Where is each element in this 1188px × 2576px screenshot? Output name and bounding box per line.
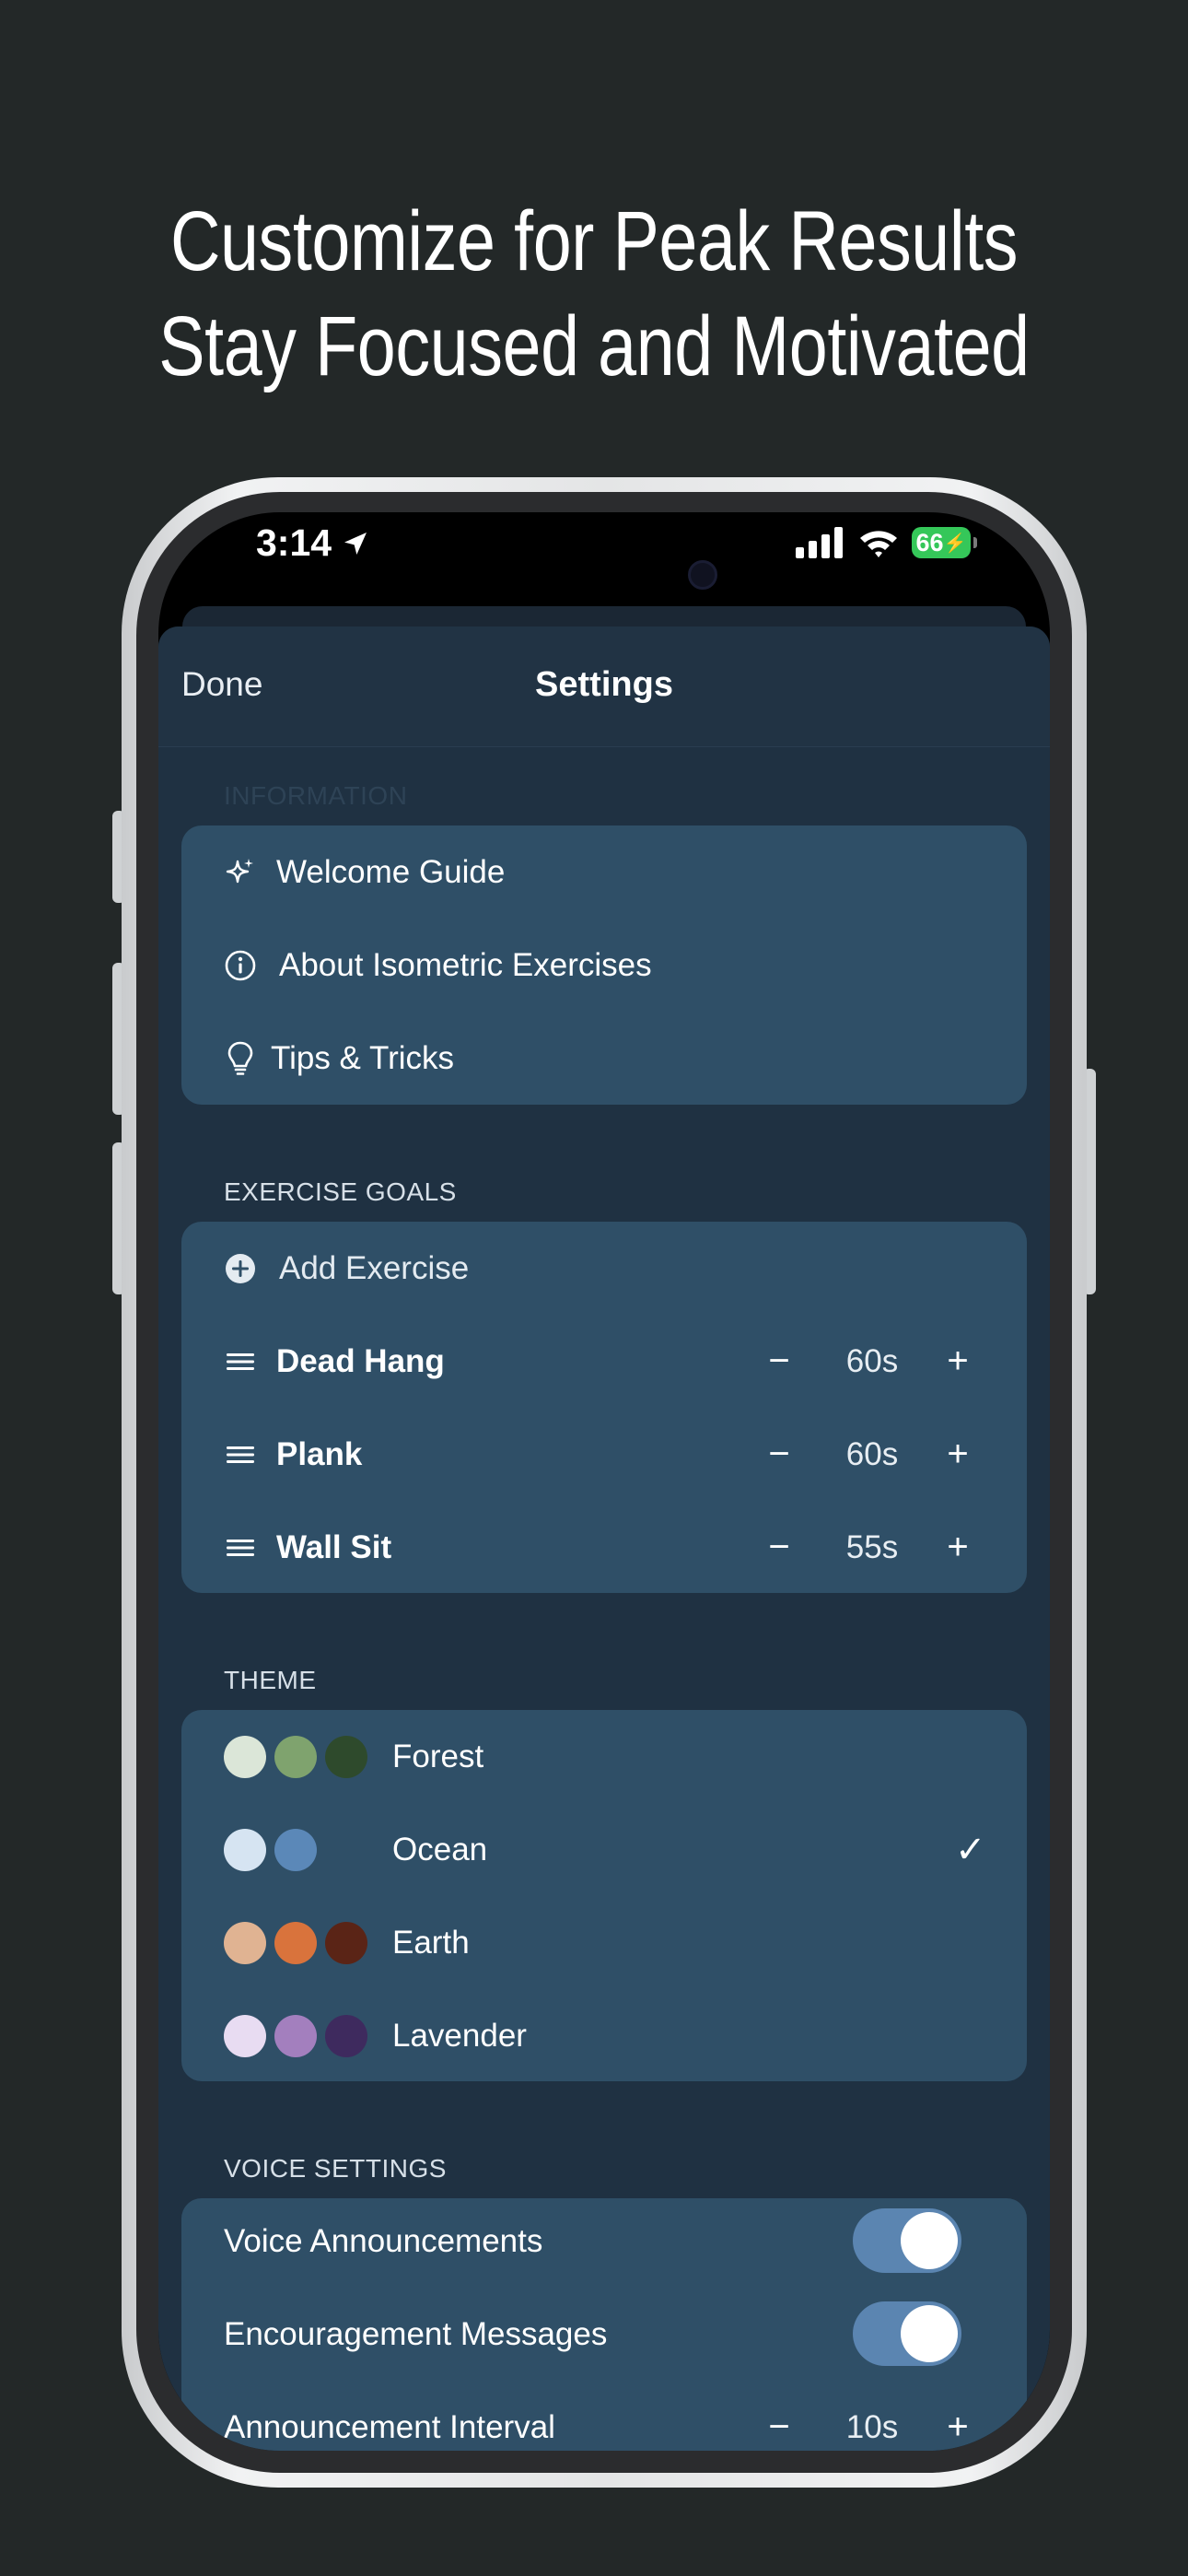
color-swatch [325,1736,367,1778]
increase-button[interactable]: + [935,1339,981,1385]
battery-charging-icon: 66 ⚡ [912,527,977,558]
battery-level: 66 [915,528,944,556]
theme-row-lavender[interactable]: Lavender [181,1989,1027,2082]
toggle-knob [901,2305,958,2362]
color-swatch [224,1736,266,1778]
section-header-exercise-goals: EXERCISE GOALS [224,1177,457,1206]
voice-settings-group: Voice Announcements Encouragement Messag… [181,2198,1027,2451]
checkmark-icon: ✓ [955,1829,986,1870]
increase-button[interactable]: + [935,1525,981,1571]
about-isometric-row[interactable]: About Isometric Exercises [181,919,1027,1012]
decrease-button[interactable]: − [756,1525,802,1571]
encouragement-messages-row: Encouragement Messages [181,2288,1027,2381]
color-swatch [224,1922,266,1964]
announcement-interval-value: 10s [845,2408,899,2445]
wifi-icon [860,531,897,557]
exercise-row-plank: Plank − 60s + [181,1408,1027,1501]
theme-name: Lavender [392,2017,527,2054]
welcome-guide-row[interactable]: Welcome Guide [181,825,1027,919]
color-swatch [325,1922,367,1964]
theme-row-forest[interactable]: Forest [181,1710,1027,1803]
color-swatch [224,2015,266,2057]
drag-handle-icon[interactable] [224,1345,257,1378]
phone-screen: 3:14 66 ⚡ Done Settings INFORMATION Welc… [158,512,1050,2451]
headline-line-2: Stay Focused and Motivated [158,299,1030,393]
info-circle-icon [224,949,257,982]
section-header-information: INFORMATION [224,781,408,810]
section-header-theme: THEME [224,1666,317,1694]
increase-button[interactable]: + [935,2405,981,2451]
cellular-signal-icon [796,527,843,558]
drag-handle-icon[interactable] [224,1531,257,1564]
information-group: Welcome Guide About Isometric Exercises [181,825,1027,1105]
voice-announcements-toggle[interactable] [853,2208,961,2273]
settings-sheet: Done Settings INFORMATION Welcome Guide [158,626,1050,2451]
status-indicators: 66 ⚡ [796,527,977,558]
exercise-name: Plank [276,1435,363,1472]
color-swatch [274,1829,317,1871]
page-title: Settings [535,665,673,704]
welcome-guide-label: Welcome Guide [276,853,506,890]
exercise-name: Dead Hang [276,1342,445,1379]
add-exercise-row[interactable]: Add Exercise [181,1222,1027,1315]
voice-announcements-label: Voice Announcements [224,2222,543,2259]
announcement-interval-row: Announcement Interval − 10s + [181,2381,1027,2451]
drag-handle-icon[interactable] [224,1438,257,1471]
front-camera [688,560,717,590]
section-header-voice-settings: VOICE SETTINGS [224,2154,447,2183]
tips-tricks-row[interactable]: Tips & Tricks [181,1012,1027,1105]
sparkles-icon [224,856,257,889]
decrease-button[interactable]: − [756,1339,802,1385]
theme-row-ocean[interactable]: Ocean ✓ [181,1803,1027,1896]
status-time: 3:14 [256,521,370,565]
theme-name: Forest [392,1738,484,1774]
exercise-duration: 60s [845,1435,899,1472]
headline-line-1: Customize for Peak Results [169,194,1019,288]
location-arrow-icon [344,532,367,555]
exercise-name: Wall Sit [276,1528,392,1565]
exercise-row-dead-hang: Dead Hang − 60s + [181,1315,1027,1408]
add-exercise-label: Add Exercise [279,1249,470,1286]
color-swatch [274,1736,317,1778]
theme-name: Earth [392,1924,470,1961]
lightbulb-icon [224,1041,257,1075]
encouragement-messages-toggle[interactable] [853,2301,961,2366]
decrease-button[interactable]: − [756,1432,802,1478]
exercise-duration: 55s [845,1528,899,1565]
color-swatch [224,1829,266,1871]
theme-group: Forest Ocean ✓ Earth Lavender [181,1710,1027,2081]
encouragement-messages-label: Encouragement Messages [224,2315,608,2352]
toggle-knob [901,2212,958,2269]
theme-row-earth[interactable]: Earth [181,1896,1027,1989]
tips-tricks-label: Tips & Tricks [271,1039,454,1076]
exercise-duration: 60s [845,1342,899,1379]
navigation-bar: Done Settings [158,626,1050,747]
marketing-headline: Customize for Peak Results Stay Focused … [107,189,1081,399]
about-isometric-label: About Isometric Exercises [279,946,652,983]
status-time-text: 3:14 [256,521,332,564]
voice-announcements-row: Voice Announcements [181,2195,1027,2288]
exercise-goals-group: Add Exercise Dead Hang − 60s + Plank − 6… [181,1222,1027,1593]
color-swatch [325,2015,367,2057]
exercise-row-wall-sit: Wall Sit − 55s + [181,1501,1027,1594]
color-swatch [274,1922,317,1964]
plus-circle-icon [224,1252,257,1285]
color-swatch [274,2015,317,2057]
theme-name: Ocean [392,1831,488,1868]
decrease-button[interactable]: − [756,2405,802,2451]
announcement-interval-label: Announcement Interval [224,2408,555,2445]
increase-button[interactable]: + [935,1432,981,1478]
